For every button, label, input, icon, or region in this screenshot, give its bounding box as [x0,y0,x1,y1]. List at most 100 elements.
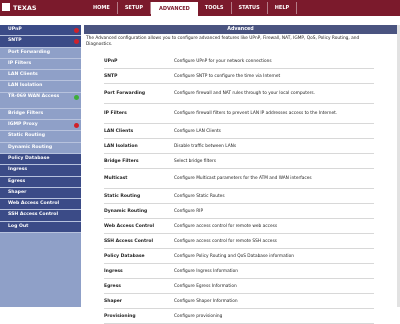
sidebar-item-label: IGMP Proxy [8,122,38,128]
feature-name: Port Forwarding [104,91,146,96]
main-content: Advanced The Advanced configuration allo… [84,25,397,324]
sidebar-item-tr-069-wan-access[interactable]: TR-069 WAN Access [0,93,81,109]
feature-name: LAN Clients [104,128,134,134]
feature-name: Static Routing [104,193,141,199]
sidebar-item-label: Log Out [8,223,29,229]
feature-description: Configure firewall filters to prevent LA… [174,111,338,116]
feature-description: Configure Shaper Information [174,298,238,304]
table-row: Policy Database Configure Policy Routing … [104,249,374,264]
feature-description: Configure Multicast parameters for the A… [174,176,312,181]
ti-logo-icon [2,3,10,11]
sidebar-item-label: IP Filters [8,60,32,66]
sidebar-item-shaper[interactable]: Shaper [0,187,81,200]
green-status-dot-icon [74,95,79,101]
feature-name: Shaper [104,298,122,304]
feature-description: Disable traffic between LANs [174,143,237,149]
feature-name: Egress [104,283,121,289]
sidebar-item-label: Bridge Filters [8,110,44,116]
feature-description: Configure LAN Clients [174,128,221,134]
ti-logo: TEXAS INSTRUMENTS [2,3,82,23]
feature-description: Configure provisioning [174,313,223,319]
nav-tab-status[interactable]: STATUS [232,2,268,14]
sidebar-item-label: TR-069 WAN Access [8,93,60,99]
sidebar-item-label: Shaper [8,189,27,195]
table-row: LAN Isolation Disable traffic between LAN… [104,139,374,154]
table-row: UPnP Configure UPnP for your network conn… [104,54,374,69]
table-row: Multicast Configure Multicast parameters … [104,169,374,189]
table-row: Ingress Configure Ingress Information [104,264,374,279]
feature-description: Configure Static Routes [174,193,225,199]
sidebar-item-label: SNTP [8,38,22,44]
feature-name: UPnP [104,58,118,64]
feature-name: Multicast [104,176,128,181]
sidebar-item-label: SSH Access Control [8,212,59,218]
feature-name: Policy Database [104,253,145,259]
table-row: IP Filters Configure firewall filters to … [104,104,374,124]
table-row: LAN Clients Configure LAN Clients [104,124,374,139]
sidebar-item-label: Dynamic Routing [8,144,53,150]
red-status-dot-icon [74,38,79,44]
sidebar-item-label: Ingress [8,167,28,173]
feature-description: Configure Egress Information [174,283,237,289]
sidebar-item-upnp[interactable]: UPnP [0,25,81,37]
red-status-dot-icon [74,27,79,33]
table-row: Static Routing Configure Static Routes [104,189,374,204]
sidebar-item-label: UPnP [8,27,22,32]
feature-name: Bridge Filters [104,158,139,164]
feature-description: Configure access control for remote SSH … [174,238,277,244]
sidebar-item-port-forwarding[interactable]: Port Forwarding [0,48,81,59]
sidebar-item-web-access-control[interactable]: Web Access Control [0,199,81,211]
feature-description: Configure Policy Routing and QoS Databas… [174,253,294,259]
sidebar-item-lan-clients[interactable]: LAN Clients [0,70,81,82]
feature-name: Dynamic Routing [104,208,148,214]
sidebar-item-label: Static Routing [8,133,45,139]
sidebar-item-label: Web Access Control [8,201,60,207]
feature-table: UPnP Configure UPnP for your network conn… [104,54,374,324]
table-row: Dynamic Routing Configure RIP [104,204,374,219]
table-row: Provisioning Configure provisioning [104,309,374,324]
sidebar-item-label: Port Forwarding [8,49,50,55]
sidebar-item-igmp-proxy[interactable]: IGMP Proxy [0,120,81,132]
nav-tab-home[interactable]: HOME [86,2,118,14]
sidebar-item-ssh-access-control[interactable]: SSH Access Control [0,210,81,222]
feature-description: Configure UPnP for your network connecti… [174,58,272,64]
feature-name: SSH Access Control [104,238,154,244]
sidebar-item-ip-filters[interactable]: IP Filters [0,59,81,71]
sidebar-item-label: LAN Isolation [8,83,43,89]
feature-name: Ingress [104,268,123,274]
sidebar-item-bridge-filters[interactable]: Bridge Filters [0,109,81,121]
red-status-dot-icon [74,122,79,128]
feature-name: LAN Isolation [104,143,138,149]
top-bar: TEXAS INSTRUMENTS HOME SETUP ADVANCED TOOLS… [0,0,400,23]
sidebar-item-egress[interactable]: Egress [0,176,81,188]
nav-tab-tools[interactable]: TOOLS [198,2,232,14]
sidebar-item-label: Egress [8,178,26,184]
sidebar-item-sntp[interactable]: SNTP [0,36,81,48]
feature-name: SNTP [104,73,118,79]
nav-tab-advanced[interactable]: ADVANCED [150,2,198,16]
sidebar-item-log-out[interactable]: Log Out [0,221,81,234]
sidebar-item-policy-database[interactable]: Policy Database [0,153,81,166]
feature-name: IP Filters [104,111,127,116]
table-row: SNTP Configure SNTP to configure the time… [104,69,374,84]
table-row: Bridge Filters Select bridge filters [104,154,374,169]
table-row: Port Forwarding Configure firewall and NA… [104,84,374,104]
sidebar-item-static-routing[interactable]: Static Routing [0,131,81,143]
feature-name: Web Access Control [104,223,155,229]
sidebar-item-dynamic-routing[interactable]: Dynamic Routing [0,143,81,154]
page-description: The Advanced configuration allows you to… [86,36,360,47]
sidebar-item-label: LAN Clients [8,72,38,78]
feature-description: Configure RIP [174,208,204,214]
feature-description: Configure access control for remote web … [174,223,278,229]
table-row: Egress Configure Egress Information [104,279,374,294]
feature-description: Select bridge filters [174,158,217,164]
feature-description: Configure Ingress Information [174,268,238,274]
sidebar: UPnP SNTP Port Forwarding IP Filters LAN Cli… [0,25,81,307]
sidebar-item-lan-isolation[interactable]: LAN Isolation [0,81,81,93]
table-row: Web Access Control Configure access contr… [104,219,374,234]
sidebar-item-ingress[interactable]: Ingress [0,165,81,177]
page-title: Advanced [84,25,397,34]
feature-name: Provisioning [104,313,136,319]
nav-tab-setup[interactable]: SETUP [118,2,151,14]
nav-tab-help[interactable]: HELP [268,2,298,14]
